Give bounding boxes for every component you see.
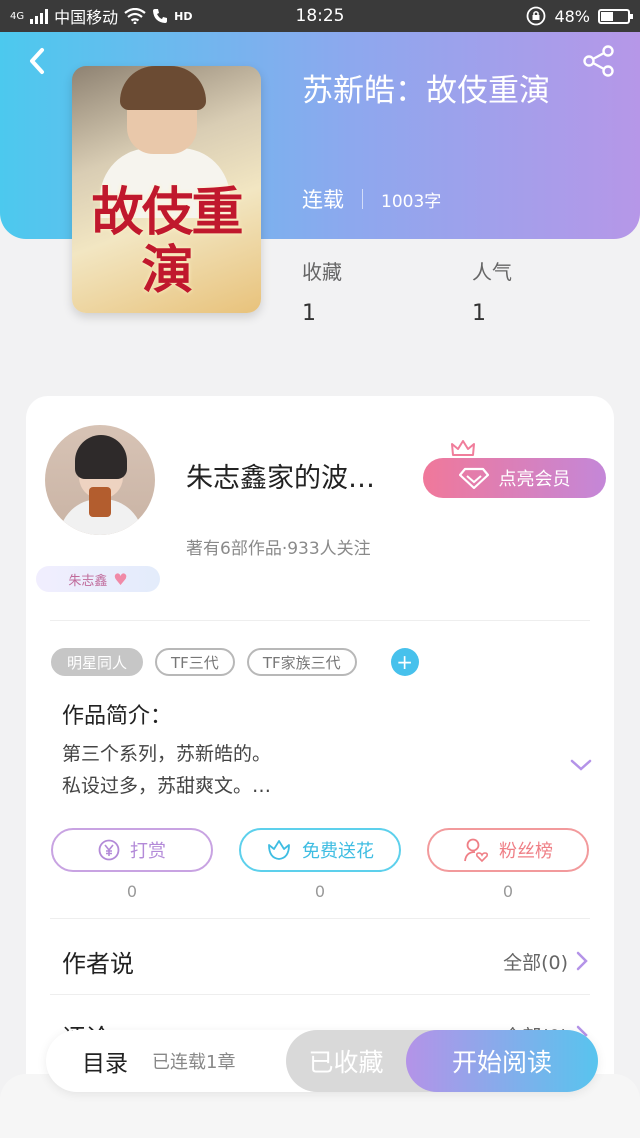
hd-label: HD [174,9,193,23]
diamond-icon [458,467,489,489]
start-reading-label: 开始阅读 [451,1048,552,1077]
stat-label: 人气 [472,260,512,284]
stat-favorites: 收藏 1 [302,256,472,326]
back-button[interactable] [22,44,52,78]
intro-heading: 作品简介： [62,704,173,729]
status-bar: 4G 中国移动 HD 18:25 48% [0,0,640,32]
expand-intro-button[interactable] [570,758,592,772]
intro-line: 私设过多，苏甜爽文。… [62,775,272,797]
flower-icon [268,840,290,860]
stat-label: 收藏 [302,260,342,284]
intro-text: 第三个系列，苏新皓的。 私设过多，苏甜爽文。… [62,738,542,802]
toc-label: 目录 [82,1051,128,1077]
book-cover[interactable]: 故伎重演 [72,66,261,313]
plus-icon: + [396,650,413,674]
reward-count: 0 [126,882,138,901]
author-name-badge: 朱志鑫 ♥ [36,566,160,592]
fans-action: 粉丝榜 0 [427,828,589,901]
network-type: 4G [10,10,25,22]
author-summary: 著有6部作品·933人关注 [186,539,371,559]
carrier-name: 中国移动 [54,8,119,27]
flower-count: 0 [314,882,326,901]
call-icon [153,9,168,23]
battery-icon [598,8,633,24]
status-right: 48% [526,6,633,26]
tag-chip[interactable]: 明星同人 [51,648,144,676]
cover-title-art: 故伎重演 [91,182,243,301]
badge-text: 朱志鑫 [68,573,108,589]
battery-percent: 48% [554,6,590,26]
action-buttons: 打赏 0 免费送花 0 粉丝榜 0 [51,828,589,901]
flower-action: 免费送花 0 [239,828,401,901]
author-name[interactable]: 朱志鑫家的波… [186,456,416,495]
intro-line: 第三个系列，苏新皓的。 [62,743,272,765]
start-reading-button[interactable]: 开始阅读 [406,1030,598,1092]
table-of-contents-button[interactable]: 目录 已连载1章 [82,1030,235,1092]
chapter-count: 已连载1章 [152,1052,236,1073]
status-left: 4G 中国移动 HD [10,4,192,28]
tag-list: 明星同人 TF三代 TF家族三代 + [51,648,419,676]
crown-icon [451,440,475,456]
serial-status: 连载 [302,188,344,212]
book-meta: 连载 1003字 [302,184,441,214]
signal-icon [30,8,49,24]
yen-coin-icon [98,839,120,861]
divider [50,994,590,995]
heart-icon: ♥ [113,569,128,589]
wifi-icon [124,8,146,24]
cover-figure-hair [120,66,206,110]
user-heart-icon [464,838,489,863]
stat-popularity: 人气 1 [472,256,640,326]
vip-button-label: 点亮会员 [498,469,571,490]
vip-button[interactable]: 点亮会员 [423,458,606,498]
book-stats: 收藏 1 人气 1 [302,256,640,326]
divider [50,918,590,919]
favorite-label: 已收藏 [308,1048,384,1077]
divider [50,620,590,621]
reward-action: 打赏 0 [51,828,213,901]
author-says-count: 全部(0) [503,951,568,974]
chevron-left-icon [30,48,44,74]
reward-button[interactable]: 打赏 [51,828,213,872]
book-title: 苏新皓：故伎重演 [302,73,550,109]
rotation-lock-icon [527,6,546,26]
author-says-label: 作者说 [62,949,134,978]
bottom-action-bar: 目录 已连载1章 已收藏 开始阅读 [46,1030,598,1092]
book-detail-card: 朱志鑫 ♥ 朱志鑫家的波… 著有6部作品·933人关注 点亮会员 明星同人 TF… [26,396,614,1138]
word-count: 1003字 [381,191,442,212]
fans-count: 0 [502,882,514,901]
reward-label: 打赏 [130,841,166,862]
stat-value: 1 [472,301,486,326]
stat-value: 1 [302,301,316,326]
avatar-hair [75,435,127,479]
send-flower-button[interactable]: 免费送花 [239,828,401,872]
add-tag-button[interactable]: + [390,648,419,676]
fans-label: 粉丝榜 [499,841,553,862]
tag-chip[interactable]: TF家族三代 [246,648,357,676]
fan-ranking-button[interactable]: 粉丝榜 [427,828,589,872]
avatar-cup [89,487,111,517]
chevron-down-icon [570,759,592,771]
author-says-row[interactable]: 作者说 全部(0) [62,944,588,978]
meta-divider [362,189,363,209]
author-says-link: 全部(0) [503,948,588,975]
chevron-right-icon [576,951,588,971]
tag-chip[interactable]: TF三代 [155,648,235,676]
flower-label: 免费送花 [302,841,374,862]
author-avatar[interactable] [45,425,155,535]
